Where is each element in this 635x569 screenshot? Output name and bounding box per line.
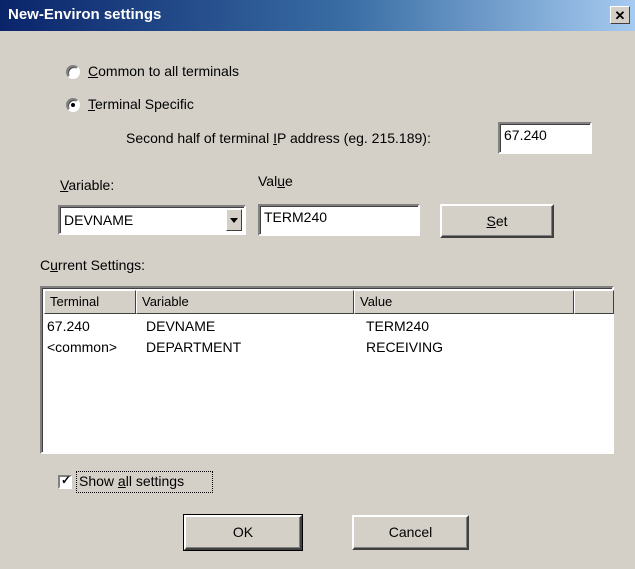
focus-rectangle [76, 471, 213, 493]
cell-value: RECEIVING [366, 339, 444, 355]
list-header: Terminal Variable Value [44, 290, 614, 314]
column-header-filler [574, 290, 614, 314]
column-header-variable[interactable]: Variable [136, 290, 354, 314]
cell-value: TERM240 [366, 318, 430, 334]
cell-variable: DEPARTMENT [146, 339, 242, 355]
variable-label: Variable: [60, 177, 115, 193]
column-header-value[interactable]: Value [354, 290, 574, 314]
show-all-checkbox[interactable]: ✓ [58, 473, 72, 489]
cancel-button[interactable]: Cancel [352, 515, 469, 550]
ip-address-input[interactable]: 67.240 [498, 122, 592, 154]
radio-common[interactable] [66, 65, 80, 79]
radio-terminal-specific-label[interactable]: Terminal Specific [88, 96, 194, 112]
chevron-down-icon[interactable] [226, 209, 242, 231]
radio-selected-dot [71, 103, 75, 107]
window-title: New-Environ settings [8, 6, 162, 23]
current-settings-label: Current Settings: [40, 257, 146, 273]
cell-terminal: <common> [47, 339, 118, 355]
ok-button[interactable]: OK [183, 514, 303, 551]
close-button[interactable]: ✕ [610, 6, 630, 24]
ip-address-label: Second half of terminal IP address (eg. … [126, 130, 431, 146]
variable-select[interactable]: DEVNAME [58, 205, 246, 235]
table-row[interactable]: 67.240 DEVNAME TERM240 [42, 318, 612, 338]
cell-variable: DEVNAME [146, 318, 216, 334]
table-row[interactable]: <common> DEPARTMENT RECEIVING [42, 339, 612, 359]
check-icon: ✓ [61, 473, 72, 487]
value-input[interactable]: TERM240 [258, 204, 420, 236]
column-header-terminal[interactable]: Terminal [44, 290, 136, 314]
cell-terminal: 67.240 [47, 318, 90, 334]
title-bar: New-Environ settings ✕ [0, 0, 635, 31]
radio-terminal-specific[interactable] [66, 98, 80, 112]
set-button[interactable]: Set [440, 204, 554, 238]
radio-common-label[interactable]: Common to all terminals [88, 63, 239, 79]
settings-list[interactable]: Terminal Variable Value 67.240 DEVNAME T… [40, 286, 614, 454]
value-label: Value [258, 173, 293, 189]
close-icon: ✕ [614, 8, 626, 23]
variable-select-value: DEVNAME [64, 212, 134, 228]
